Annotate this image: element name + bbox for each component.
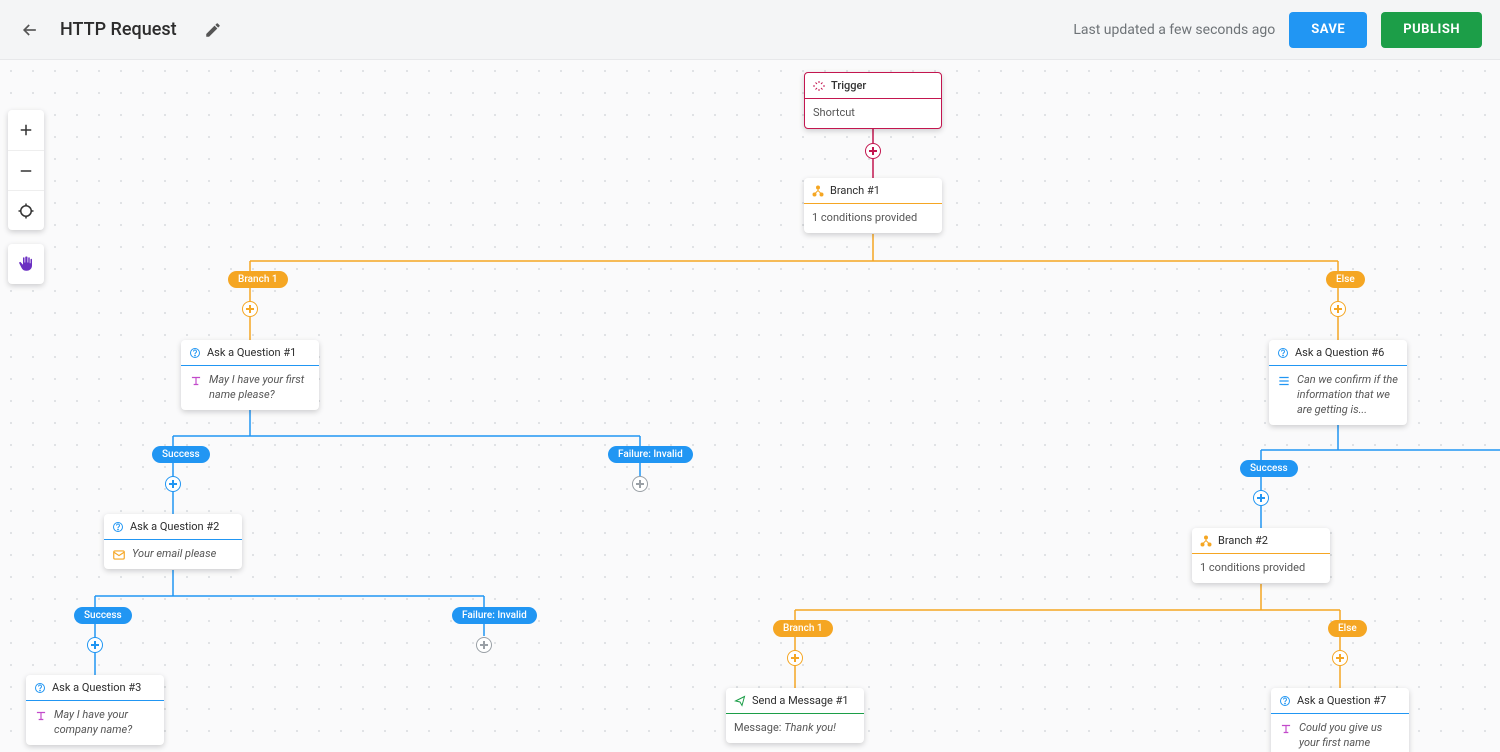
canvas-tools (8, 110, 44, 284)
send-icon (734, 695, 746, 707)
pill-branch-2a[interactable]: Branch 1 (773, 620, 833, 637)
plus-icon (17, 121, 35, 139)
add-node-button[interactable] (632, 476, 648, 492)
crosshair-icon (17, 202, 35, 220)
node-message-1-body: Message: Thank you! (734, 721, 856, 736)
last-updated-label: Last updated a few seconds ago (1073, 22, 1275, 38)
center-view-button[interactable] (8, 190, 44, 230)
save-button[interactable]: SAVE (1289, 12, 1367, 48)
node-question-2-title: Ask a Question #2 (130, 520, 219, 533)
add-node-button[interactable] (1253, 490, 1269, 506)
node-trigger-title: Trigger (831, 79, 866, 92)
node-question-1[interactable]: Ask a Question #1 May I have your first … (181, 340, 319, 410)
page-title: HTTP Request (60, 19, 177, 40)
question-icon (1277, 347, 1289, 359)
question-icon (34, 682, 46, 694)
arrow-left-icon (20, 20, 40, 40)
node-question-6-title: Ask a Question #6 (1295, 346, 1384, 359)
add-node-button[interactable] (787, 650, 803, 666)
node-question-1-body: May I have your first name please? (209, 373, 311, 403)
node-question-7-title: Ask a Question #7 (1297, 694, 1386, 707)
node-question-3[interactable]: Ask a Question #3 May I have your compan… (26, 675, 164, 745)
node-question-3-title: Ask a Question #3 (52, 681, 141, 694)
question-icon (112, 521, 124, 533)
node-message-1[interactable]: Send a Message #1 Message: Thank you! (726, 688, 864, 743)
pill-success-q1[interactable]: Success (152, 446, 210, 463)
zoom-out-button[interactable] (8, 150, 44, 190)
node-question-6[interactable]: Ask a Question #6 Can we confirm if the … (1269, 340, 1407, 425)
node-question-3-body: May I have your company name? (54, 708, 156, 738)
add-node-button[interactable] (1330, 301, 1346, 317)
back-button[interactable] (18, 18, 42, 42)
node-question-7-body: Could you give us your first name again? (1299, 721, 1401, 752)
node-branch-2-body: 1 conditions provided (1200, 561, 1322, 576)
pencil-icon (204, 21, 222, 39)
add-node-button[interactable] (865, 143, 881, 159)
zoom-in-button[interactable] (8, 110, 44, 150)
pill-success-q6[interactable]: Success (1240, 460, 1298, 477)
node-trigger-body: Shortcut (813, 106, 933, 121)
edit-title-button[interactable] (201, 18, 225, 42)
pill-else-2[interactable]: Else (1328, 620, 1367, 637)
node-question-1-title: Ask a Question #1 (207, 346, 296, 359)
list-icon (1277, 374, 1291, 388)
text-type-icon (34, 709, 48, 723)
node-branch-2[interactable]: Branch #2 1 conditions provided (1192, 528, 1330, 583)
flow-canvas[interactable]: Trigger Shortcut Branch #1 1 conditions … (0, 60, 1500, 752)
canvas-frame: Trigger Shortcut Branch #1 1 conditions … (0, 60, 1500, 752)
branch-icon (1200, 535, 1212, 547)
branch-icon (812, 185, 824, 197)
add-node-button[interactable] (87, 637, 103, 653)
question-icon (1279, 695, 1291, 707)
sparkle-icon (813, 80, 825, 92)
pill-else-1[interactable]: Else (1326, 271, 1365, 288)
text-type-icon (1279, 722, 1293, 736)
publish-button[interactable]: PUBLISH (1381, 12, 1482, 48)
add-node-button[interactable] (165, 476, 181, 492)
node-branch-2-title: Branch #2 (1218, 534, 1268, 547)
node-branch-1-title: Branch #1 (830, 184, 880, 197)
pill-success-q2[interactable]: Success (74, 607, 132, 624)
node-branch-1-body: 1 conditions provided (812, 211, 934, 226)
add-node-button[interactable] (476, 637, 492, 653)
hand-icon (17, 255, 35, 273)
mail-icon (112, 548, 126, 562)
node-question-6-body: Can we confirm if the information that w… (1297, 373, 1399, 418)
add-node-button[interactable] (242, 301, 258, 317)
pill-failure-q1[interactable]: Failure: Invalid (608, 446, 693, 463)
minus-icon (17, 162, 35, 180)
node-message-1-title: Send a Message #1 (752, 694, 849, 707)
pan-hand-button[interactable] (8, 244, 44, 284)
header-bar: HTTP Request Last updated a few seconds … (0, 0, 1500, 60)
pill-branch-1[interactable]: Branch 1 (228, 271, 288, 288)
node-question-7[interactable]: Ask a Question #7 Could you give us your… (1271, 688, 1409, 752)
question-icon (189, 347, 201, 359)
text-type-icon (189, 374, 203, 388)
pill-failure-q2[interactable]: Failure: Invalid (452, 607, 537, 624)
add-node-button[interactable] (1332, 650, 1348, 666)
node-trigger[interactable]: Trigger Shortcut (804, 72, 942, 129)
node-question-2[interactable]: Ask a Question #2 Your email please (104, 514, 242, 569)
node-branch-1[interactable]: Branch #1 1 conditions provided (804, 178, 942, 233)
node-question-2-body: Your email please (132, 547, 234, 562)
